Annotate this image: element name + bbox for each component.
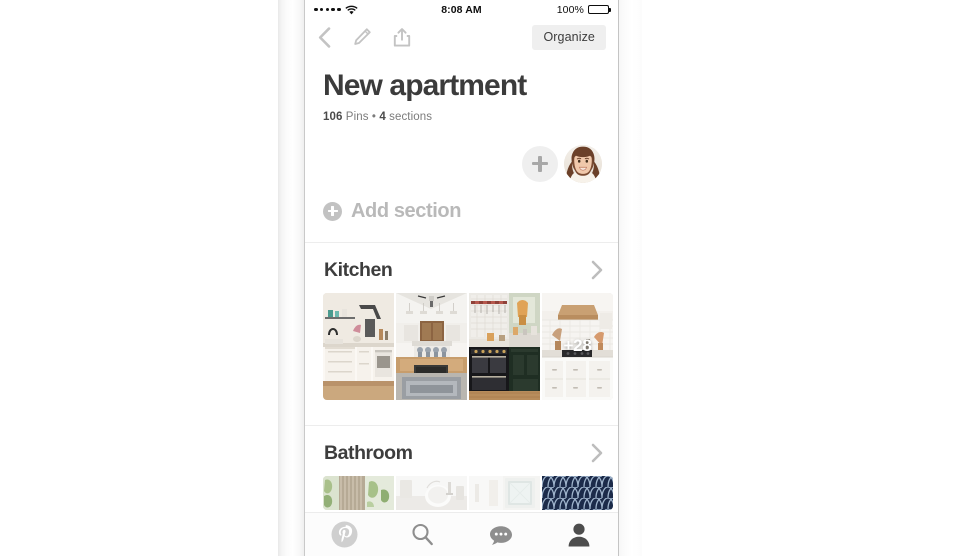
chevron-right-icon[interactable] xyxy=(591,443,603,463)
pinterest-icon xyxy=(331,521,358,548)
thumbnail-bathroom-4[interactable] xyxy=(542,475,613,510)
section-kitchen: Kitchen +28 xyxy=(305,242,618,400)
navigation-bar: Organize xyxy=(305,19,618,56)
section-title: Kitchen xyxy=(324,258,393,281)
thumbnail-kitchen-3[interactable] xyxy=(469,292,540,400)
collaborator-row xyxy=(305,123,618,183)
add-collaborator-button[interactable] xyxy=(522,145,558,182)
thumbnail-bathroom-2[interactable] xyxy=(396,475,467,510)
status-bar: 8:08 AM 100% xyxy=(305,0,618,19)
nav-icon-group xyxy=(318,27,411,48)
organize-button[interactable]: Organize xyxy=(532,25,606,50)
section-title: Bathroom xyxy=(324,441,413,464)
thumbnail-kitchen-2[interactable] xyxy=(396,292,467,400)
avatar[interactable] xyxy=(564,144,602,183)
status-bar-right: 100% xyxy=(556,3,611,16)
circle-plus-icon xyxy=(323,201,342,221)
battery-percent-label: 100% xyxy=(556,3,584,16)
thumbnail-kitchen-4[interactable]: +28 xyxy=(542,292,613,400)
tab-profile[interactable] xyxy=(540,513,618,556)
section-header-kitchen[interactable]: Kitchen xyxy=(305,243,618,293)
sections-word: sections xyxy=(389,110,433,123)
add-section-button[interactable]: Add section xyxy=(305,183,618,242)
device-right-bezel xyxy=(618,0,642,556)
kitchen-overflow-count: +28 xyxy=(563,336,592,355)
page-title: New apartment xyxy=(323,69,527,102)
meta-separator: • xyxy=(371,110,377,123)
screenshot-stage: 8:08 AM 100% Organize New apartment 106 … xyxy=(0,0,960,556)
pins-word: Pins xyxy=(345,110,369,123)
signal-strength-icon xyxy=(314,7,341,12)
chevron-right-icon[interactable] xyxy=(591,260,603,280)
bathroom-thumbnail-row xyxy=(305,475,618,510)
pencil-icon[interactable] xyxy=(352,27,372,48)
tab-search[interactable] xyxy=(383,513,461,556)
section-bathroom: Bathroom xyxy=(305,425,618,510)
chevron-left-icon[interactable] xyxy=(318,27,331,48)
chat-bubble-icon xyxy=(489,525,512,545)
phone-frame: 8:08 AM 100% Organize New apartment 106 … xyxy=(278,0,642,556)
add-section-label: Add section xyxy=(351,199,462,222)
thumbnail-kitchen-1[interactable] xyxy=(323,292,394,400)
avatar-photo xyxy=(564,144,602,183)
battery-icon xyxy=(588,4,611,15)
share-upload-icon[interactable] xyxy=(393,27,411,48)
board-header: New apartment 106 Pins • 4 sections xyxy=(305,56,618,123)
phone-screen: 8:08 AM 100% Organize New apartment 106 … xyxy=(305,0,618,556)
section-header-bathroom[interactable]: Bathroom xyxy=(305,426,618,476)
device-right-bezel-edge xyxy=(618,0,619,556)
thumbnail-bathroom-1[interactable] xyxy=(323,475,394,510)
person-icon xyxy=(568,523,590,547)
board-meta: 106 Pins • 4 sections xyxy=(323,111,602,123)
kitchen-thumbnail-row: +28 xyxy=(305,292,618,400)
bottom-tab-bar xyxy=(305,512,618,556)
section-count: 4 xyxy=(379,110,386,123)
pin-count: 106 xyxy=(323,110,343,123)
tab-messages[interactable] xyxy=(462,513,540,556)
status-bar-left xyxy=(314,5,358,15)
device-left-bezel xyxy=(278,0,305,556)
thumbnail-bathroom-3[interactable] xyxy=(469,475,540,510)
wifi-icon xyxy=(345,5,358,14)
tab-home[interactable] xyxy=(305,513,383,556)
search-icon xyxy=(412,523,433,546)
